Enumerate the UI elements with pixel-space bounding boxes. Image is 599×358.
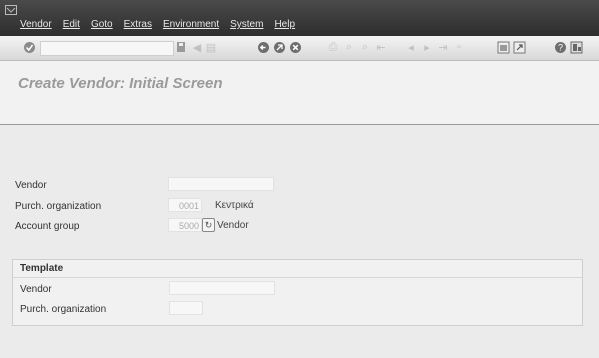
vendor-label: Vendor (15, 180, 47, 191)
save-icon[interactable]: ▤ (204, 40, 218, 54)
purch-org-field[interactable]: 0001 (168, 198, 202, 212)
create-session-icon[interactable] (496, 40, 510, 54)
exit-icon[interactable] (272, 40, 286, 54)
previous-page-icon[interactable]: ◂ (404, 40, 418, 54)
account-group-label: Account group (15, 221, 80, 232)
menu-edit[interactable]: Edit (63, 19, 80, 30)
menu-vendor[interactable]: Vendor (20, 19, 52, 30)
page-title: Create Vendor: Initial Screen (18, 75, 223, 92)
layout-icon[interactable] (569, 40, 583, 54)
template-purch-org-label: Purch. organization (20, 304, 107, 315)
account-group-description: Vendor (217, 220, 249, 231)
menu-items: Vendor Edit Goto Extras Environment Syst… (20, 19, 306, 30)
next-page-icon[interactable]: ▸ (420, 40, 434, 54)
enter-icon[interactable] (22, 40, 36, 54)
menu-bar: Vendor Edit Goto Extras Environment Syst… (0, 0, 599, 36)
command-field[interactable] (40, 41, 174, 56)
possible-entries-icon[interactable]: ↻ (202, 218, 215, 232)
find-icon[interactable]: ⌕ (342, 40, 356, 54)
standard-toolbar: ◀ ▤ ⎙ ⌕ ⌕ ⇤ ◂ ▸ ⇥ ▫ ? (0, 36, 599, 61)
menu-goto[interactable]: Goto (91, 19, 113, 30)
menu-extras[interactable]: Extras (124, 19, 152, 30)
cancel-icon[interactable] (288, 40, 302, 54)
title-bar: Create Vendor: Initial Screen (0, 61, 599, 125)
template-vendor-label: Vendor (20, 284, 52, 295)
print-icon[interactable]: ⎙ (326, 40, 340, 54)
last-page-icon[interactable]: ⇥ (436, 40, 450, 54)
sap-window-icon[interactable] (5, 5, 17, 15)
menu-help[interactable]: Help (274, 19, 295, 30)
template-purch-org-field[interactable] (169, 301, 203, 315)
template-vendor-field[interactable] (169, 281, 275, 295)
first-page-icon[interactable]: ⇤ (374, 40, 388, 54)
account-group-field[interactable]: 5000 (168, 218, 202, 232)
purch-org-label: Purch. organization (15, 201, 102, 212)
help-icon[interactable]: ? (553, 40, 567, 54)
purch-org-description: Κεντρικά (215, 200, 254, 211)
back-arrow-icon[interactable]: ◀ (190, 40, 204, 54)
svg-text:?: ? (557, 42, 562, 52)
template-group-box: Template Vendor Purch. organization (12, 259, 583, 326)
template-title: Template (20, 263, 64, 274)
menu-system[interactable]: System (230, 19, 263, 30)
back-icon[interactable] (256, 40, 270, 54)
find-next-icon[interactable]: ⌕ (358, 40, 372, 54)
template-divider (13, 277, 582, 278)
vendor-field[interactable] (168, 177, 274, 191)
shortcut-icon[interactable] (512, 40, 526, 54)
menu-environment[interactable]: Environment (163, 19, 219, 30)
shortcut-faded-icon[interactable]: ▫ (452, 40, 466, 54)
command-dropdown-icon[interactable] (174, 40, 188, 54)
